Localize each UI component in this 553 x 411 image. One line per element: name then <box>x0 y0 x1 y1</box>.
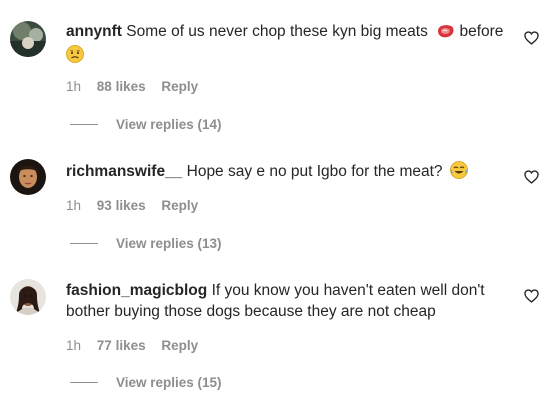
comment-text: richmanswife__ Hope say e no put Igbo fo… <box>66 161 511 185</box>
worried-face-emoji <box>66 45 84 69</box>
view-replies-label: View replies (14) <box>116 117 222 132</box>
comment-text: fashion_magicblog If you know you haven'… <box>66 280 511 322</box>
avatar[interactable] <box>10 279 46 315</box>
view-replies-label: View replies (15) <box>116 375 222 390</box>
view-replies-button[interactable]: View replies (14) <box>70 117 222 132</box>
reply-button[interactable]: Reply <box>161 79 198 94</box>
comment-body: Hope say e no put Igbo for the meat? <box>186 163 443 180</box>
comment-meta: 1h 77 likes Reply <box>66 338 210 353</box>
comment-username[interactable]: annynft <box>66 23 122 40</box>
reply-button[interactable]: Reply <box>161 338 198 353</box>
view-replies-button[interactable]: View replies (13) <box>70 236 222 251</box>
heart-outline-icon[interactable] <box>524 31 539 45</box>
divider-line <box>70 382 98 383</box>
comment-username[interactable]: fashion_magicblog <box>66 282 207 299</box>
comment-username[interactable]: richmanswife__ <box>66 163 182 180</box>
view-replies-label: View replies (13) <box>116 236 222 251</box>
heart-outline-icon[interactable] <box>524 170 539 184</box>
tears-of-joy-emoji <box>449 161 468 185</box>
divider-line <box>70 124 98 125</box>
comment-text: annynft Some of us never chop these kyn … <box>66 21 511 69</box>
avatar[interactable] <box>10 159 46 195</box>
reply-button[interactable]: Reply <box>161 198 198 213</box>
comment-body: Some of us never chop these kyn big meat… <box>126 23 428 40</box>
likes-count[interactable]: 93 likes <box>97 198 146 213</box>
steak-emoji <box>435 23 455 45</box>
view-replies-button[interactable]: View replies (15) <box>70 375 222 390</box>
comment-meta: 1h 93 likes Reply <box>66 198 210 213</box>
likes-count[interactable]: 88 likes <box>97 79 146 94</box>
comment-time: 1h <box>66 198 82 213</box>
avatar[interactable] <box>10 21 46 57</box>
comment-time: 1h <box>66 338 82 353</box>
comment-meta: 1h 88 likes Reply <box>66 79 210 94</box>
comment-time: 1h <box>66 79 82 94</box>
heart-outline-icon[interactable] <box>524 289 539 303</box>
comment-body-continued: before <box>459 23 504 40</box>
comments-list: annynft Some of us never chop these kyn … <box>0 0 553 411</box>
divider-line <box>70 243 98 244</box>
likes-count[interactable]: 77 likes <box>97 338 146 353</box>
